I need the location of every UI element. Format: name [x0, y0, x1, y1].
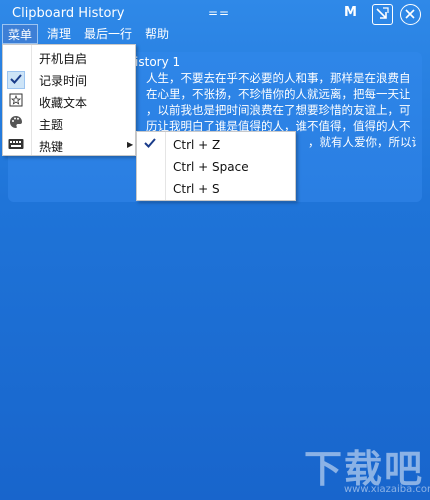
menu-bar: 菜单 清理 最后一行 帮助: [0, 24, 430, 44]
watermark-logo: 下载吧 www.xiazaiba.com: [296, 438, 430, 498]
submenu-arrow-icon: ▶: [127, 140, 134, 149]
check-icon: [141, 136, 159, 154]
menu-item-label: 主题: [39, 118, 64, 132]
window-title: Clipboard History: [12, 6, 125, 21]
menu-item-label: 开机自启: [39, 52, 88, 66]
minimize-button[interactable]: M: [344, 5, 357, 20]
menu-clear[interactable]: 清理: [42, 24, 76, 44]
menu-item-theme[interactable]: 主题: [3, 113, 135, 135]
menu-item-label: 收藏文本: [39, 96, 88, 110]
menu-item-label: 热键: [39, 140, 64, 154]
restore-button[interactable]: [372, 4, 393, 25]
hotkey-option-ctrl-z[interactable]: Ctrl + Z: [137, 134, 295, 156]
hotkey-submenu: Ctrl + Z Ctrl + Space Ctrl + S: [136, 131, 296, 201]
close-icon: [405, 9, 415, 19]
menu-dropdown: 开机自启 记录时间 收藏文本 主题 热键 ▶: [2, 44, 136, 156]
menu-item-label: 记录时间: [39, 74, 88, 88]
menu-help[interactable]: 帮助: [140, 24, 174, 44]
hotkey-label: Ctrl + Z: [173, 138, 221, 152]
check-icon: [7, 71, 25, 89]
menu-menu[interactable]: 菜单: [2, 24, 39, 44]
menu-item-hotkey[interactable]: 热键 ▶: [3, 135, 135, 157]
menu-last-line[interactable]: 最后一行: [79, 24, 137, 44]
watermark-url: www.xiazaiba.com: [344, 484, 430, 495]
close-button[interactable]: [400, 4, 421, 25]
palette-icon: [7, 115, 25, 133]
app-window: Clipboard History == M 菜单 清理 最后一行 帮助 His…: [0, 0, 430, 500]
menu-item-record-time[interactable]: 记录时间: [3, 69, 135, 91]
hotkey-label: Ctrl + Space: [173, 160, 249, 174]
menu-item-autostart[interactable]: 开机自启: [3, 47, 135, 69]
restore-icon: [376, 7, 389, 19]
star-box-icon: [7, 93, 25, 111]
drag-handle[interactable]: ==: [208, 6, 230, 20]
hotkey-option-ctrl-s[interactable]: Ctrl + S: [137, 178, 295, 200]
menu-item-favorites[interactable]: 收藏文本: [3, 91, 135, 113]
hotkey-label: Ctrl + S: [173, 182, 220, 196]
keyboard-icon: [7, 137, 25, 155]
hotkey-option-ctrl-space[interactable]: Ctrl + Space: [137, 156, 295, 178]
